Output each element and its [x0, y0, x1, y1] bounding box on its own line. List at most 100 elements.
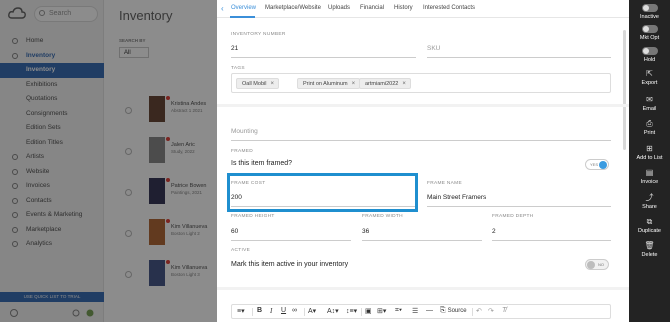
table-icon[interactable]: ⊞▾ — [377, 307, 386, 315]
action-label: Print — [643, 130, 656, 136]
email-icon: ✉ — [646, 95, 653, 104]
action-label: Hold — [643, 57, 656, 63]
italic-icon[interactable]: I — [270, 307, 272, 315]
framed-toggle-text: YES — [590, 162, 599, 167]
inventory-number-underline — [231, 57, 416, 58]
toolbar-divider — [252, 308, 253, 316]
active-toggle[interactable]: NO — [585, 259, 609, 270]
image-icon[interactable]: ▣ — [365, 307, 372, 315]
tab-interested-contacts[interactable]: Interested Contacts — [423, 5, 475, 11]
sku-underline — [427, 57, 611, 58]
tab-overview[interactable]: Overview — [231, 5, 256, 11]
action-label: Email — [642, 106, 657, 112]
action-add-to-list[interactable]: ⊞ Add to List — [629, 144, 670, 162]
mounting-underline — [231, 140, 611, 141]
framed-label: FRAMED — [231, 149, 254, 154]
toggle-icon[interactable] — [641, 4, 658, 12]
tag-label: Print on Aluminum — [303, 81, 348, 87]
active-tab-indicator — [230, 16, 255, 18]
list-icon[interactable]: ☰ — [412, 307, 418, 315]
tag-chip: Oall Mobil × — [236, 78, 279, 89]
framed-depth-input[interactable]: 2 — [492, 228, 496, 235]
framed-height-underline — [231, 240, 351, 241]
frame-name-label: FRAME NAME — [427, 181, 462, 186]
link-icon[interactable]: ∞ — [292, 307, 297, 314]
source-button[interactable]: ⎘ Source — [440, 307, 467, 315]
undo-icon[interactable]: ↶ — [476, 307, 482, 315]
action-inactive[interactable]: Inactive — [629, 4, 670, 20]
framed-width-label: FRAMED WIDTH — [362, 214, 403, 219]
tag-chip: artmiami2022 × — [359, 78, 411, 89]
align-icon[interactable]: ≡▾ — [237, 307, 245, 315]
toggle-icon[interactable] — [641, 47, 658, 55]
tag-chip: Print on Aluminum × — [297, 78, 361, 89]
action-label: Invoice — [640, 179, 659, 185]
back-chevron-icon[interactable]: ‹ — [221, 4, 224, 13]
clear-format-icon[interactable]: T̸ — [502, 307, 506, 314]
tab-uploads[interactable]: Uploads — [328, 5, 350, 11]
action-bar: Inactive Mkt Opt Hold ⇱ Export ✉ Email ⎙ Print ⊞ A… — [629, 0, 670, 322]
action-export[interactable]: ⇱ Export — [629, 70, 670, 87]
redo-icon[interactable]: ↷ — [488, 307, 494, 315]
framed-depth-label: FRAMED DEPTH — [492, 214, 534, 219]
framed-question: Is this item framed? — [231, 160, 293, 167]
action-label: Share — [642, 204, 657, 210]
line-height-icon[interactable]: ↕≡▾ — [346, 307, 357, 315]
tab-history[interactable]: History — [394, 5, 413, 11]
share-icon: ⤴ — [645, 193, 654, 202]
framed-depth-underline — [492, 240, 611, 241]
action-invoice[interactable]: ▤ Invoice — [629, 168, 670, 186]
section-divider — [217, 104, 629, 107]
special-char-icon[interactable]: ⌗▾ — [395, 307, 402, 315]
action-label: Delete — [641, 252, 658, 258]
horizontal-rule-icon[interactable]: — — [426, 307, 433, 314]
underline-icon[interactable]: U — [281, 307, 286, 314]
active-label: ACTIVE — [231, 248, 251, 253]
invoice-icon: ▤ — [645, 168, 654, 177]
action-hold[interactable]: Hold — [629, 47, 670, 63]
action-delete[interactable]: 🗑 Delete — [629, 241, 670, 259]
action-duplicate[interactable]: ⧉ Duplicate — [629, 217, 670, 235]
tag-label: Oall Mobil — [242, 81, 267, 87]
framed-width-input[interactable]: 36 — [362, 228, 369, 235]
section-divider — [217, 287, 629, 290]
sku-input[interactable]: SKU — [427, 45, 440, 52]
action-email[interactable]: ✉ Email — [629, 95, 670, 113]
frame-name-input[interactable]: Main Street Framers — [427, 194, 486, 201]
framed-height-input[interactable]: 60 — [231, 228, 238, 235]
action-print[interactable]: ⎙ Print — [629, 120, 670, 137]
duplicate-icon: ⧉ — [646, 217, 653, 226]
tab-marketplace-website[interactable]: Marketplace/Website — [265, 5, 321, 11]
action-share[interactable]: ⤴ Share — [629, 193, 670, 211]
remove-tag-icon[interactable]: × — [402, 81, 406, 87]
delete-icon: 🗑 — [644, 241, 655, 250]
remove-tag-icon[interactable]: × — [270, 81, 274, 87]
modal-overlay[interactable] — [0, 0, 217, 322]
framed-width-underline — [362, 240, 482, 241]
toolbar-divider — [361, 308, 362, 316]
toggle-icon[interactable] — [641, 25, 658, 33]
framed-toggle-knob — [599, 161, 607, 169]
frame-cost-highlight — [227, 173, 418, 212]
action-label: Duplicate — [638, 228, 661, 234]
action-label: Mkt Opt — [639, 35, 660, 41]
active-question: Mark this item active in your inventory — [231, 261, 349, 268]
action-label: Add to List — [636, 155, 663, 161]
bold-icon[interactable]: B — [257, 307, 262, 314]
inventory-number-input[interactable]: 21 — [231, 45, 238, 52]
framed-toggle[interactable]: YES — [585, 159, 609, 170]
editor-toolbar: ≡▾ B I U ∞ A▾ A↕▾ ↕≡▾ ▣ ⊞▾ ⌗▾ ☰ — ⎘ Sour… — [231, 304, 611, 319]
tab-financial[interactable]: Financial — [360, 5, 384, 11]
font-color-icon[interactable]: A▾ — [308, 307, 316, 315]
active-toggle-knob — [587, 261, 595, 269]
detail-tabs: ‹ Overview Marketplace/Website Uploads Fina… — [217, 0, 629, 18]
tags-input[interactable]: Oall Mobil × Print on Aluminum × artmiami202… — [231, 73, 611, 93]
remove-tag-icon[interactable]: × — [352, 81, 356, 87]
add-to-list-icon: ⊞ — [646, 144, 653, 153]
action-label: Inactive — [640, 14, 659, 20]
framed-height-label: FRAMED HEIGHT — [231, 214, 275, 219]
mounting-input[interactable]: Mounting — [231, 128, 258, 135]
action-mkt-opt[interactable]: Mkt Opt — [629, 25, 670, 41]
panel-scrollbar[interactable] — [623, 30, 626, 150]
font-size-icon[interactable]: A↕▾ — [327, 307, 339, 315]
